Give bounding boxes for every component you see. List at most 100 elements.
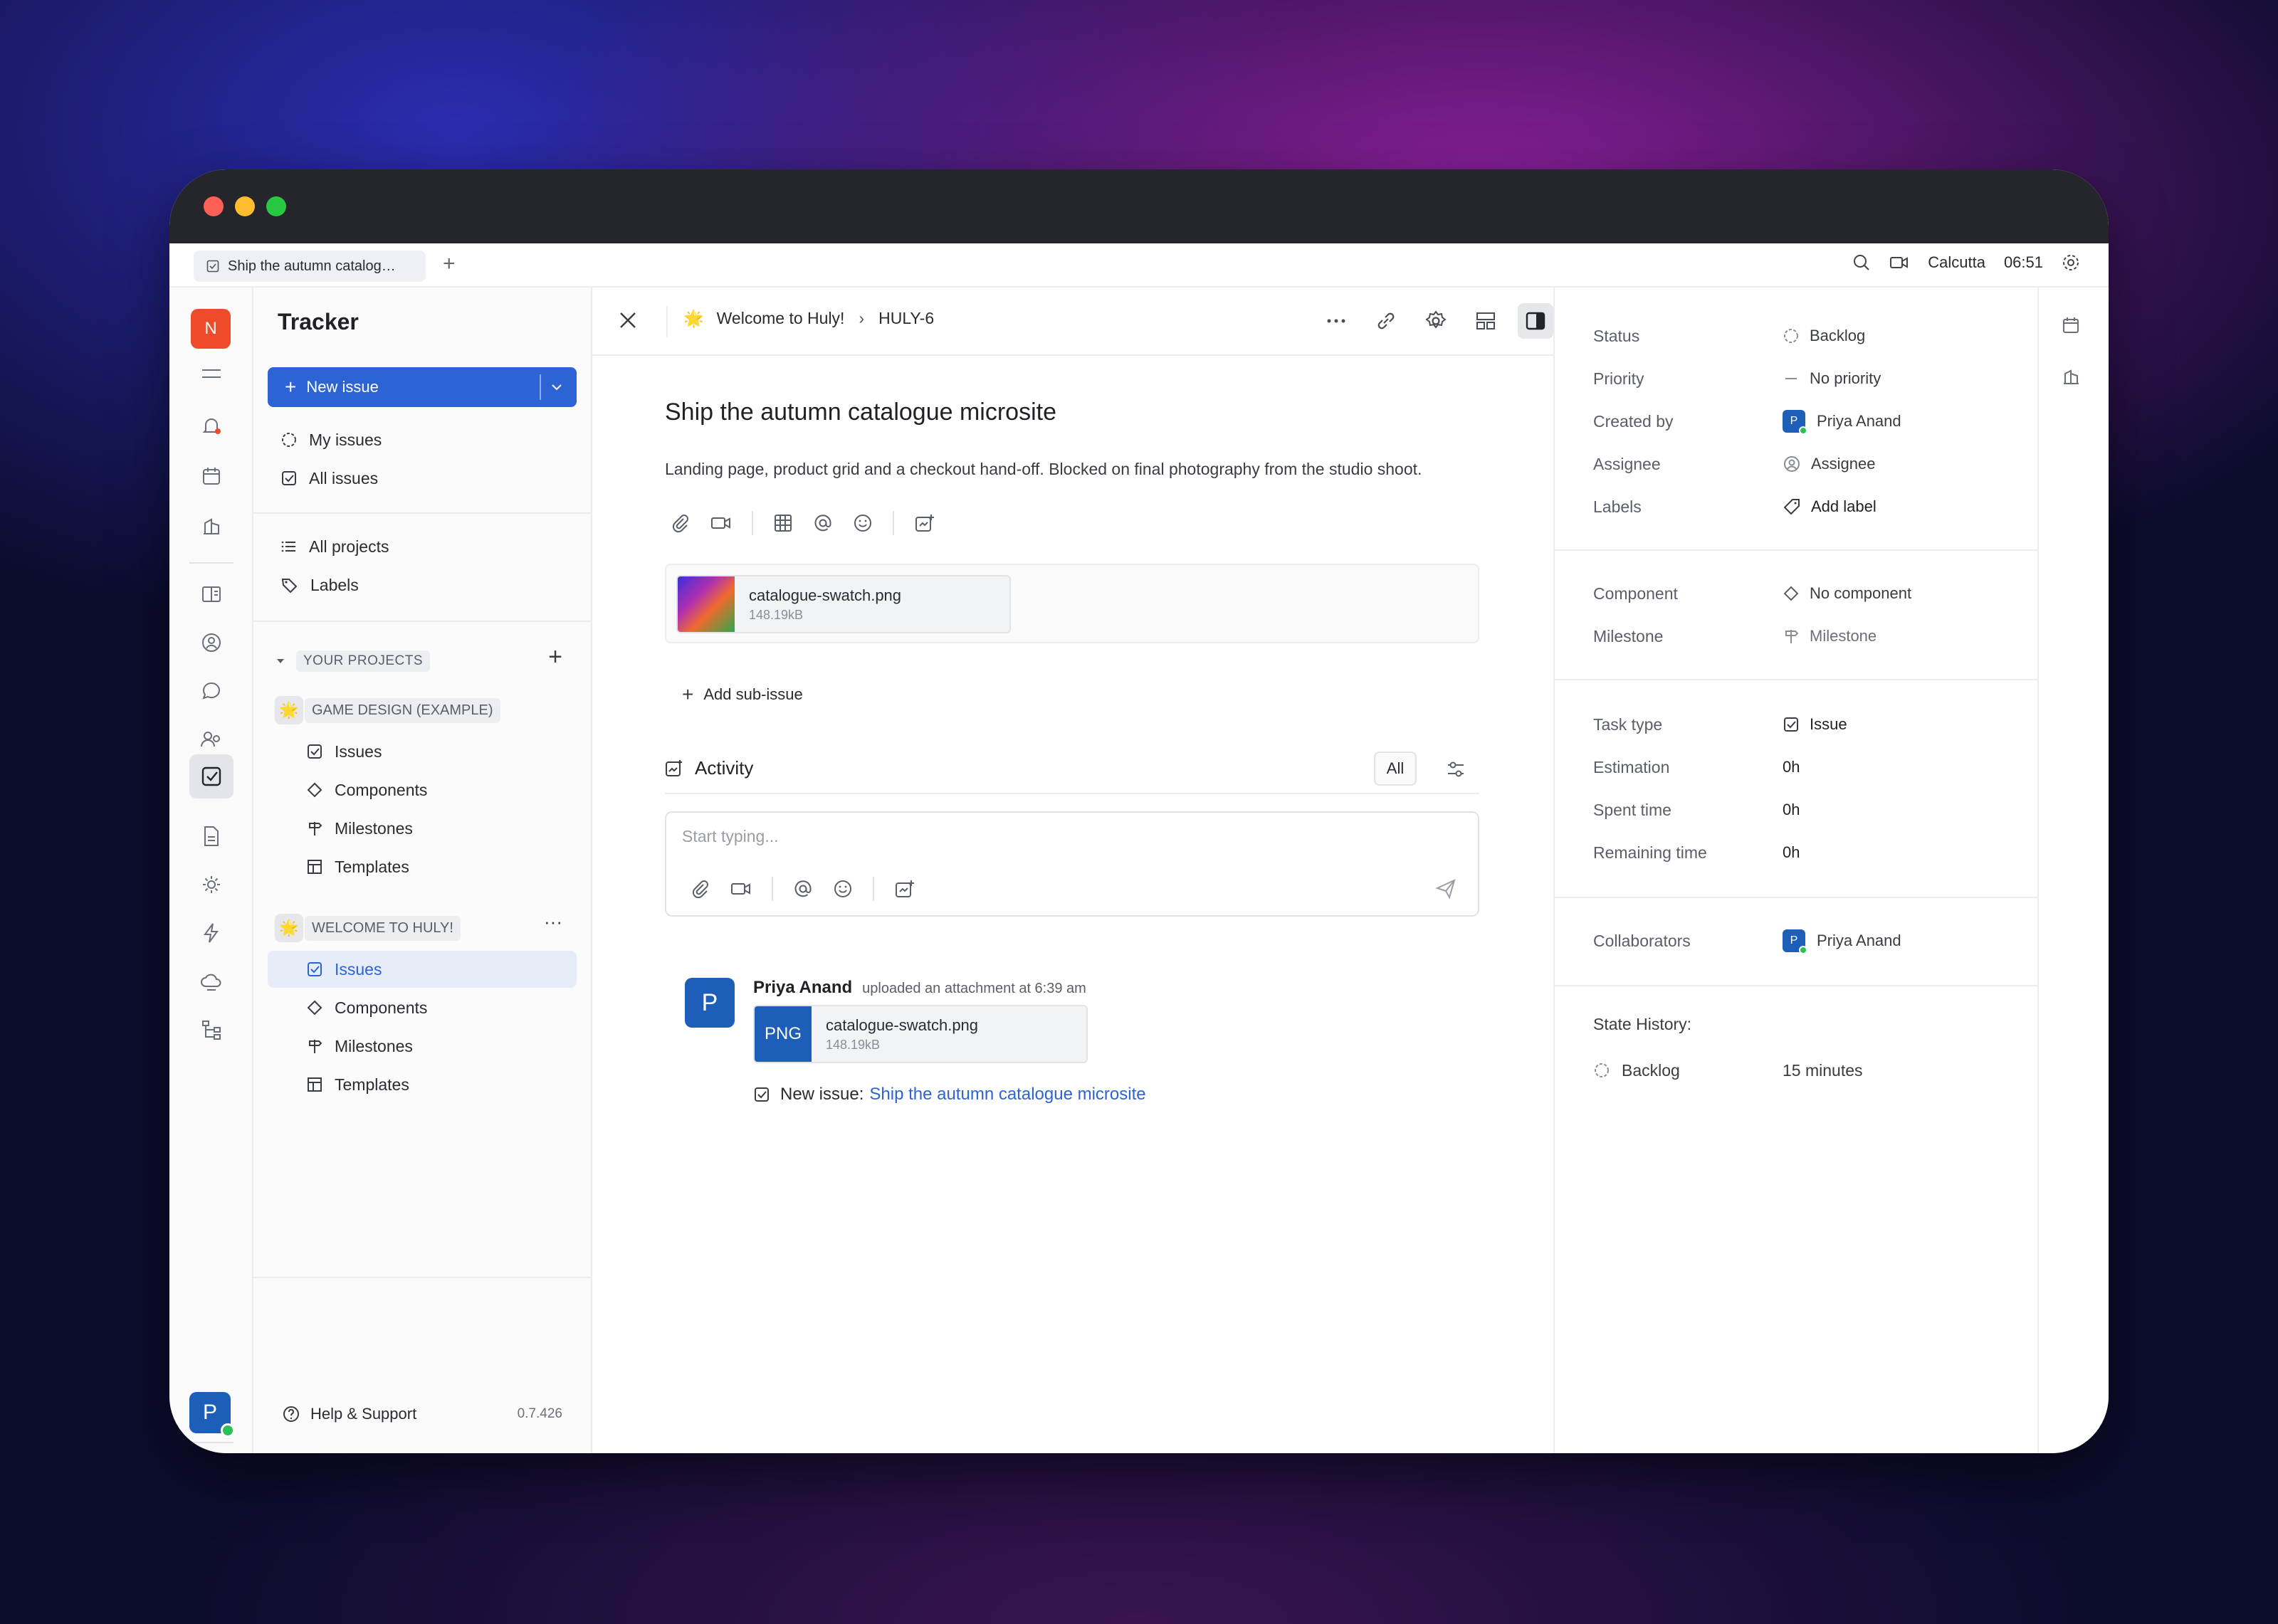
search-icon[interactable] [1852, 253, 1871, 272]
user-avatar[interactable]: P [189, 1392, 235, 1438]
add-sub-issue-button[interactable]: + Add sub-issue [682, 683, 803, 706]
contacts-icon[interactable] [196, 628, 226, 658]
prop-created-by-value[interactable]: P Priya Anand [1783, 410, 1901, 435]
welcome-issues[interactable]: Issues [268, 951, 577, 988]
project-game-design[interactable]: 🌟 GAME DESIGN (EXAMPLE) [275, 696, 500, 724]
game-design-components[interactable]: Components [268, 771, 577, 808]
project-welcome[interactable]: 🌟 WELCOME TO HULY! [275, 914, 461, 942]
cloud-icon[interactable] [196, 966, 226, 996]
mention-icon[interactable] [793, 879, 813, 899]
add-project-button[interactable]: + [548, 643, 562, 671]
paperclip-icon[interactable] [671, 513, 691, 533]
state-history-state-text: Backlog [1622, 1060, 1680, 1080]
video-icon[interactable] [710, 513, 732, 533]
prop-milestone-value[interactable]: Milestone [1783, 627, 1877, 645]
author-name[interactable]: Priya Anand [753, 978, 852, 998]
prop-priority-value[interactable]: No priority [1783, 369, 1881, 388]
lightning-icon[interactable] [196, 918, 226, 948]
minimize-window-button[interactable] [235, 196, 255, 216]
welcome-templates[interactable]: Templates [268, 1066, 577, 1103]
prop-estimation-value[interactable]: 0h [1783, 758, 1800, 776]
file-icon[interactable] [196, 821, 226, 851]
activity-attachment-card[interactable]: PNG catalogue-swatch.png 148.19kB [753, 1005, 1088, 1063]
paperclip-icon[interactable] [691, 879, 710, 899]
props-divider [1555, 679, 2037, 680]
prop-spent-time-value[interactable]: 0h [1783, 801, 1800, 819]
calendar-icon[interactable] [2062, 316, 2080, 338]
nav-labels[interactable]: Labels [268, 566, 577, 603]
nav-my-issues[interactable]: My issues [268, 421, 577, 458]
activity-filter-all[interactable]: All [1374, 752, 1417, 786]
nav-all-issues[interactable]: All issues [268, 460, 577, 497]
prop-remaining-time-value[interactable]: 0h [1783, 843, 1800, 862]
add-label-button[interactable]: Add label [1783, 497, 1877, 516]
toggle-aside-button[interactable] [1518, 303, 1553, 339]
emoji-icon[interactable] [853, 513, 873, 533]
close-window-button[interactable] [204, 196, 224, 216]
prop-collaborators-value[interactable]: P Priya Anand [1783, 929, 1901, 954]
office-icon[interactable] [2062, 367, 2080, 389]
author-avatar[interactable]: P [685, 978, 735, 1028]
prop-task-type-value[interactable]: Issue [1783, 715, 1847, 734]
hierarchy-icon[interactable] [196, 1015, 226, 1045]
comment-editor[interactable]: Start typing... [665, 811, 1479, 917]
more-button[interactable] [1318, 303, 1354, 339]
calendar-icon[interactable] [196, 461, 226, 491]
insert-widget-icon[interactable] [914, 513, 935, 533]
documents-icon[interactable] [196, 579, 226, 609]
welcome-milestones[interactable]: Milestones [268, 1028, 577, 1065]
checkbox-icon [1784, 717, 1798, 732]
video-icon[interactable] [1889, 253, 1909, 272]
game-design-templates[interactable]: Templates [268, 848, 577, 885]
prop-status-value[interactable]: Backlog [1783, 327, 1865, 345]
app-rail: N P [169, 288, 253, 1453]
maximize-window-button[interactable] [266, 196, 286, 216]
issue-description[interactable]: Landing page, product grid and a checkou… [665, 460, 1422, 479]
game-design-milestones[interactable]: Milestones [268, 810, 577, 847]
checkbox-icon [282, 471, 296, 485]
tab-issue[interactable]: Ship the autumn catalog… [194, 251, 426, 282]
new-tab-button[interactable]: + [443, 253, 456, 275]
sun-icon[interactable] [196, 870, 226, 900]
chat-icon[interactable] [196, 676, 226, 706]
new-issue-link[interactable]: Ship the autumn catalogue microsite [869, 1085, 1145, 1104]
prop-assignee-value[interactable]: Assignee [1783, 455, 1876, 473]
rail-divider-bottom [189, 1442, 233, 1443]
office-icon[interactable] [196, 511, 226, 541]
filter-icon[interactable] [1445, 759, 1466, 780]
activity-attachment-meta: catalogue-swatch.png 148.19kB [826, 1016, 978, 1053]
location-label: Calcutta [1928, 253, 1985, 271]
copy-link-button[interactable] [1368, 303, 1404, 339]
chevron-down-icon[interactable] [548, 379, 565, 396]
comment-placeholder[interactable]: Start typing... [682, 827, 779, 846]
insert-widget-icon[interactable] [894, 879, 915, 899]
mention-icon[interactable] [813, 513, 833, 533]
help-support-button[interactable]: Help & Support [282, 1405, 416, 1423]
settings-icon[interactable] [2062, 253, 2080, 272]
prop-component-value[interactable]: No component [1783, 584, 1911, 603]
team-icon[interactable] [196, 724, 226, 754]
game-design-issues[interactable]: Issues [268, 733, 577, 770]
send-icon[interactable] [1435, 878, 1456, 900]
welcome-components[interactable]: Components [268, 989, 577, 1026]
your-projects-header[interactable]: YOUR PROJECTS [275, 650, 431, 672]
menu-icon[interactable] [196, 359, 226, 389]
video-icon[interactable] [730, 879, 752, 899]
prop-assignee-text: Assignee [1811, 455, 1876, 473]
emoji-icon[interactable] [833, 879, 853, 899]
project-more-icon[interactable]: ··· [544, 911, 562, 933]
tracker-icon[interactable] [189, 754, 233, 798]
nav-all-projects[interactable]: All projects [268, 528, 577, 565]
breadcrumb-issue-id[interactable]: HULY-6 [878, 309, 934, 328]
layout-button[interactable] [1468, 303, 1503, 339]
bell-icon[interactable] [196, 411, 226, 441]
issue-settings-button[interactable] [1418, 303, 1454, 339]
new-issue-button[interactable]: + New issue [268, 367, 577, 407]
table-icon[interactable] [773, 513, 793, 533]
breadcrumb-project[interactable]: Welcome to Huly! [717, 309, 845, 328]
close-icon[interactable] [616, 309, 639, 332]
workspace-avatar[interactable]: N [191, 309, 231, 349]
issue-title[interactable]: Ship the autumn catalogue microsite [665, 399, 1056, 426]
attachment-card[interactable]: catalogue-swatch.png 148.19kB [676, 575, 1011, 633]
file-type-badge: PNG [755, 1006, 812, 1062]
